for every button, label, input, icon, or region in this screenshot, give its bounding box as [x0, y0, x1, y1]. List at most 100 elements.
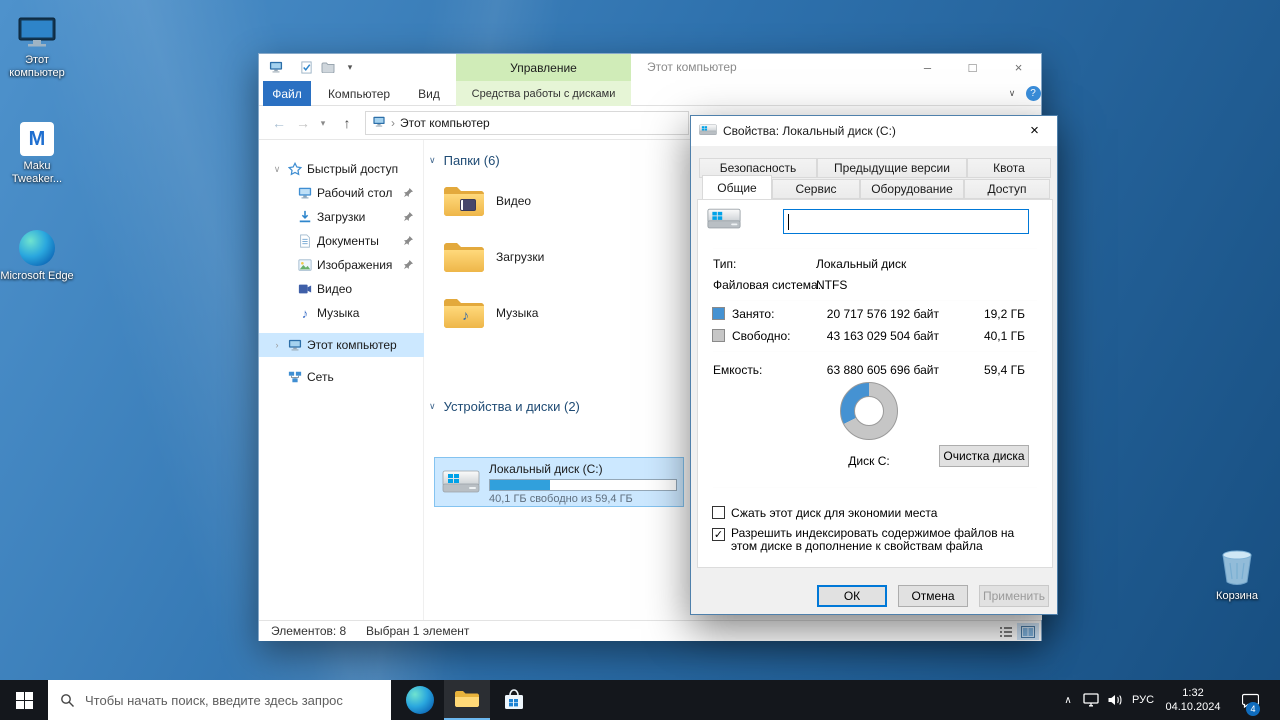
taskbar-store-button[interactable]	[490, 680, 538, 720]
index-checkbox[interactable]: ✓	[712, 528, 725, 541]
tab-file[interactable]: Файл	[263, 81, 311, 106]
sidebar-item-quick-access[interactable]: ∨ Быстрый доступ	[259, 157, 424, 181]
index-checkbox-label: Разрешить индексировать содержимое файло…	[731, 527, 1033, 553]
tray-language-button[interactable]: РУС	[1128, 680, 1158, 720]
type-label: Тип:	[713, 256, 736, 272]
taskbar-edge-button[interactable]	[396, 680, 444, 720]
tray-expand-button[interactable]: ∧	[1058, 680, 1078, 720]
desktop-icon-label: Maku Tweaker...	[0, 160, 74, 186]
close-button[interactable]: ×	[996, 54, 1041, 81]
qat-new-folder-button[interactable]	[319, 59, 337, 76]
status-items-count: Элементов: 8	[271, 621, 346, 642]
dialog-close-button[interactable]: ×	[1012, 116, 1057, 146]
sidebar-item-label: Рабочий стол	[317, 186, 392, 200]
folder-tile-videos[interactable]: Видео	[434, 175, 674, 227]
sidebar-item-this-pc[interactable]: › Этот компьютер	[259, 333, 424, 357]
qat-customize-dropdown[interactable]: ▾	[341, 59, 359, 76]
desktop-icon-microsoft-edge[interactable]: Microsoft Edge	[0, 228, 74, 283]
folder-label: Видео	[496, 175, 531, 227]
sidebar-item-label: Быстрый доступ	[307, 162, 398, 176]
group-header-devices[interactable]: ∨ Устройства и диски (2)	[429, 399, 580, 414]
speaker-icon	[1107, 693, 1123, 707]
sidebar-item-network[interactable]: Сеть	[259, 365, 424, 389]
maku-tweaker-icon: M	[0, 118, 74, 156]
free-label: Свободно:	[732, 328, 791, 344]
details-view-button[interactable]	[995, 623, 1017, 640]
desktop-icon-maku-tweaker[interactable]: M Maku Tweaker...	[0, 118, 74, 186]
group-header-label: Папки (6)	[444, 153, 500, 168]
folder-tile-downloads[interactable]: Загрузки	[434, 231, 674, 283]
folder-tile-music[interactable]: ♪ Музыка	[434, 287, 674, 339]
tab-quota[interactable]: Квота	[967, 158, 1051, 178]
help-button[interactable]: ?	[1023, 81, 1043, 106]
disk-cleanup-button[interactable]: Очистка диска	[939, 445, 1029, 467]
ok-button[interactable]: ОК	[817, 585, 887, 607]
videos-icon	[297, 282, 313, 296]
minimize-icon: –	[924, 60, 931, 75]
address-bar[interactable]: › Этот компьютер	[365, 111, 689, 135]
forward-button[interactable]: →	[291, 106, 315, 140]
used-space-legend-swatch	[712, 307, 725, 320]
used-label: Занято:	[732, 306, 774, 322]
tab-computer[interactable]: Компьютер	[316, 81, 402, 106]
tray-volume-button[interactable]	[1104, 680, 1126, 720]
tab-general[interactable]: Общие	[702, 175, 772, 199]
sidebar-item-pictures[interactable]: Изображения	[259, 253, 424, 277]
sidebar-item-documents[interactable]: Документы	[259, 229, 424, 253]
close-icon: ×	[1030, 122, 1039, 139]
action-center-button[interactable]: 4	[1232, 680, 1268, 720]
apply-button: Применить	[979, 585, 1049, 607]
up-button[interactable]: ↑	[335, 106, 359, 140]
store-icon	[503, 688, 525, 712]
chevron-up-icon: ∧	[1064, 695, 1071, 706]
pin-icon	[403, 187, 414, 201]
hard-drive-icon	[442, 468, 480, 499]
drive-label: Локальный диск (C:)	[489, 462, 603, 476]
tab-hardware[interactable]: Оборудование	[860, 179, 964, 199]
sidebar-item-downloads[interactable]: Загрузки	[259, 205, 424, 229]
tab-sharing[interactable]: Доступ	[964, 179, 1050, 199]
type-value: Локальный диск	[816, 256, 906, 272]
start-button[interactable]	[0, 680, 48, 720]
qat-properties-button[interactable]	[297, 59, 315, 76]
tray-clock[interactable]: 1:32 04.10.2024	[1158, 680, 1228, 720]
pin-icon	[403, 211, 414, 225]
sidebar-item-videos[interactable]: Видео	[259, 277, 424, 301]
computer-icon	[287, 339, 303, 352]
desktop-icon-this-pc[interactable]: Этот компьютер	[0, 12, 74, 80]
tab-previous-versions[interactable]: Предыдущие версии	[817, 158, 967, 178]
drive-tile-local-disk-c[interactable]: Локальный диск (C:) 40,1 ГБ свободно из …	[434, 457, 684, 507]
taskbar-explorer-button[interactable]	[444, 680, 490, 720]
donut-caption: Диск C:	[829, 453, 909, 469]
tab-disk-tools[interactable]: Средства работы с дисками	[456, 81, 631, 106]
compress-checkbox[interactable]	[712, 506, 725, 519]
tab-label: Общие	[717, 181, 756, 195]
free-space-legend-swatch	[712, 329, 725, 342]
minimize-button[interactable]: –	[905, 54, 950, 81]
recent-locations-dropdown[interactable]: ▾	[315, 106, 331, 140]
taskbar-search-box[interactable]: Чтобы начать поиск, введите здесь запрос	[48, 680, 391, 720]
desktop-folder-icon	[297, 186, 313, 200]
edge-icon	[406, 686, 434, 714]
breadcrumb[interactable]: Этот компьютер	[400, 116, 490, 130]
sidebar-item-desktop[interactable]: Рабочий стол	[259, 181, 424, 205]
sidebar-item-label: Сеть	[307, 370, 334, 384]
sidebar-item-music[interactable]: ♪ Музыка	[259, 301, 424, 325]
back-button[interactable]: ←	[267, 106, 291, 140]
drive-free-space-text: 40,1 ГБ свободно из 59,4 ГБ	[489, 493, 633, 505]
ribbon-collapse-button[interactable]: ∨	[1001, 81, 1023, 106]
maximize-button[interactable]: □	[950, 54, 995, 81]
tab-tools[interactable]: Сервис	[772, 179, 860, 199]
recycle-bin-icon	[1200, 548, 1274, 586]
dropdown-icon: ▾	[321, 118, 326, 129]
tab-view[interactable]: Вид	[406, 81, 452, 106]
ribbon-tab-bar: Файл Компьютер Вид Средства работы с дис…	[259, 81, 1041, 106]
tray-display-button[interactable]	[1080, 680, 1102, 720]
cancel-button[interactable]: Отмена	[898, 585, 968, 607]
tab-label: Безопасность	[720, 161, 797, 175]
volume-label-input[interactable]	[783, 209, 1029, 234]
large-icons-view-button[interactable]	[1017, 623, 1039, 640]
group-header-folders[interactable]: ∨ Папки (6)	[429, 153, 500, 168]
desktop-icon-recycle-bin[interactable]: Корзина	[1200, 548, 1274, 603]
quick-access-star-icon	[287, 162, 303, 176]
